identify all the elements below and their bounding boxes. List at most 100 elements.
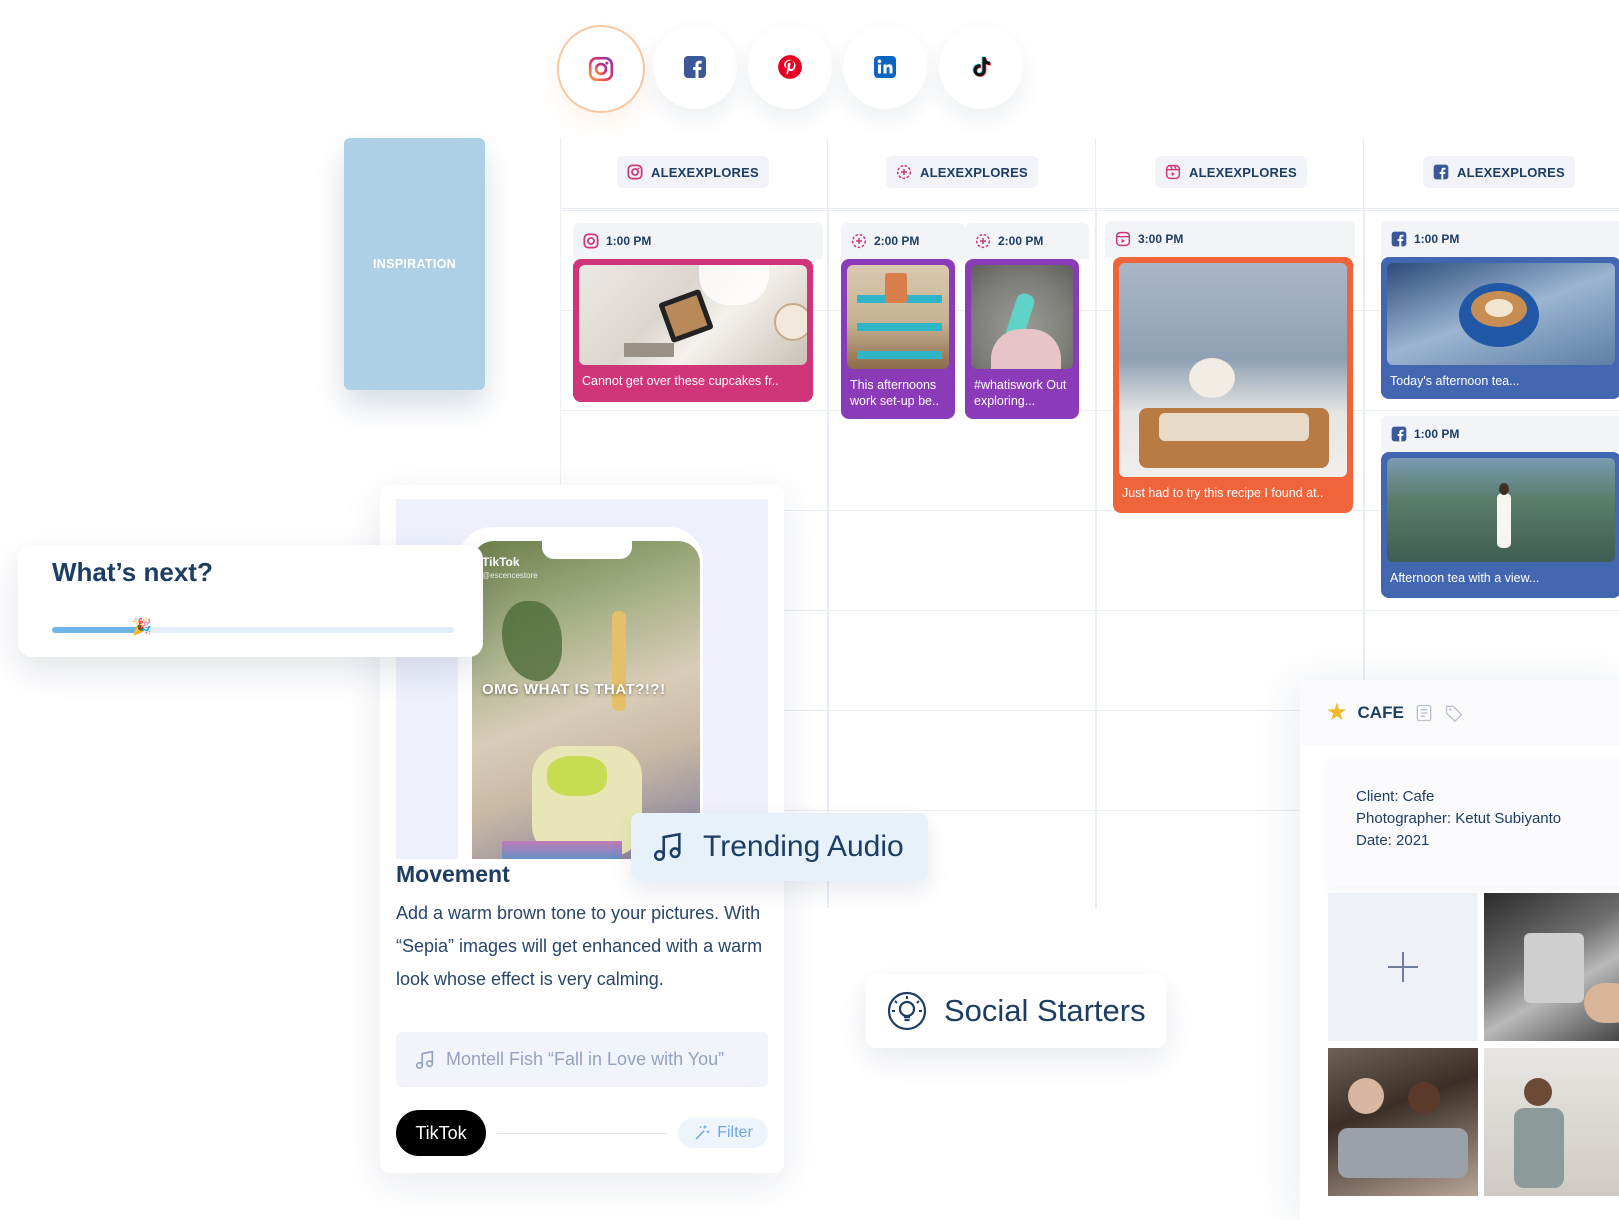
- social-tab-tiktok[interactable]: [939, 25, 1023, 109]
- post-caption: Afternoon tea with a view...: [1390, 571, 1540, 585]
- calendar-column-account[interactable]: ALEXEXPLORES: [1423, 156, 1575, 188]
- post-card[interactable]: Just had to try this recipe I found at..: [1113, 257, 1353, 513]
- pinterest-icon: [778, 55, 802, 79]
- progress-track: [52, 627, 454, 633]
- whats-next-card[interactable]: What’s next? 🎉: [18, 545, 483, 657]
- date-text: Date: 2021: [1356, 832, 1430, 849]
- platform-badge-tiktok[interactable]: TikTok: [396, 1110, 486, 1156]
- card-title: Movement: [396, 861, 510, 887]
- post-image: [1387, 263, 1615, 365]
- plus-icon: [1388, 952, 1418, 982]
- photographer-text: Photographer: Ketut Subiyanto: [1356, 810, 1562, 827]
- post-time-label: 2:00 PM: [998, 234, 1044, 248]
- post-image: [579, 265, 807, 365]
- reels-icon: [1115, 231, 1131, 247]
- post-image: [971, 265, 1073, 369]
- post-caption: This afternoons work set-up be..: [850, 378, 939, 408]
- post-time: 1:00 PM: [1381, 221, 1619, 257]
- magic-wand-icon: [695, 1125, 710, 1140]
- party-popper-icon: 🎉: [132, 619, 152, 636]
- post-image: [847, 265, 949, 369]
- post-time-label: 1:00 PM: [606, 234, 652, 248]
- post-card[interactable]: Afternoon tea with a view...: [1381, 452, 1619, 598]
- reels-icon: [1165, 164, 1181, 180]
- tag-icon[interactable]: [1444, 703, 1464, 723]
- audio-track-name: Montell Fish “Fall in Love with You”: [446, 1049, 725, 1069]
- post-time: 1:00 PM: [573, 223, 823, 259]
- post-card[interactable]: Cannot get over these cupcakes fr..: [573, 259, 813, 402]
- post-card[interactable]: #whatiswork Out exploring...: [965, 259, 1079, 419]
- tiktok-icon: [972, 56, 991, 77]
- post-time: 3:00 PM: [1105, 221, 1355, 257]
- audio-track[interactable]: Montell Fish “Fall in Love with You”: [396, 1032, 768, 1087]
- post-caption: #whatiswork Out exploring...: [974, 378, 1067, 408]
- post-time-label: 1:00 PM: [1414, 427, 1460, 441]
- post-time: 2:00 PM: [841, 223, 965, 259]
- filter-button[interactable]: Filter: [678, 1118, 768, 1148]
- post-time: 2:00 PM: [965, 223, 1089, 259]
- facebook-icon: [1391, 426, 1407, 442]
- media-thumbnail[interactable]: [1484, 1048, 1619, 1196]
- post-time: 1:00 PM: [1381, 416, 1619, 452]
- story-icon: [975, 233, 991, 249]
- story-icon: [851, 233, 867, 249]
- account-name: ALEXEXPLORES: [1457, 164, 1565, 180]
- post-caption: Just had to try this recipe I found at..: [1122, 486, 1324, 500]
- trending-audio-badge[interactable]: Trending Audio: [631, 813, 928, 881]
- whats-next-title: What’s next?: [52, 557, 213, 587]
- notes-icon[interactable]: [1414, 703, 1434, 723]
- tiktok-video[interactable]: TikTok @escencestore OMG WHAT IS THAT?!?…: [472, 541, 700, 859]
- post-caption: Today's afternoon tea...: [1390, 374, 1520, 388]
- calendar-column-account[interactable]: ALEXEXPLORES: [617, 156, 769, 188]
- folder-title: CAFE: [1357, 702, 1404, 722]
- tiktok-handle: @escencestore: [482, 571, 538, 580]
- media-library-panel: ★ CAFE Client: Cafe Photographer: Ketut …: [1300, 680, 1619, 1220]
- post-image: [1387, 458, 1615, 562]
- account-name: ALEXEXPLORES: [1189, 164, 1297, 180]
- phone-mockup: TikTok @escencestore OMG WHAT IS THAT?!?…: [458, 527, 703, 859]
- social-tab-pinterest[interactable]: [748, 25, 832, 109]
- social-tab-linkedin[interactable]: [843, 25, 927, 109]
- calendar-column-account[interactable]: ALEXEXPLORES: [886, 156, 1038, 188]
- add-media-button[interactable]: [1328, 893, 1478, 1041]
- instagram-icon: [588, 56, 614, 82]
- star-icon[interactable]: ★: [1326, 698, 1348, 727]
- post-card[interactable]: Today's afternoon tea...: [1381, 257, 1619, 399]
- client-text: Client: Cafe: [1356, 788, 1435, 805]
- social-tab-instagram[interactable]: [557, 25, 645, 113]
- post-time-label: 1:00 PM: [1414, 232, 1460, 246]
- progress-fill: [52, 627, 140, 633]
- folder-details: Client: Cafe Photographer: Ketut Subiyan…: [1328, 758, 1619, 886]
- divider: [497, 1133, 667, 1134]
- facebook-icon: [1391, 231, 1407, 247]
- post-time-label: 2:00 PM: [874, 234, 920, 248]
- account-name: ALEXEXPLORES: [920, 164, 1028, 180]
- post-card[interactable]: This afternoons work set-up be..: [841, 259, 955, 419]
- linkedin-icon: [874, 56, 896, 78]
- card-description: Add a warm brown tone to your pictures. …: [396, 903, 763, 989]
- inspiration-label: INSPIRATION: [373, 257, 456, 271]
- post-caption: Cannot get over these cupcakes fr..: [582, 374, 779, 388]
- facebook-icon: [684, 56, 706, 78]
- music-note-icon: [653, 832, 681, 862]
- social-starters-badge[interactable]: Social Starters: [866, 974, 1166, 1048]
- facebook-icon: [1433, 164, 1449, 180]
- instagram-icon: [583, 233, 599, 249]
- social-tab-facebook[interactable]: [653, 25, 737, 109]
- media-thumbnail[interactable]: [1484, 893, 1619, 1041]
- music-note-icon: [415, 1050, 434, 1069]
- post-time-label: 3:00 PM: [1138, 232, 1184, 246]
- video-overlay-text: OMG WHAT IS THAT?!?!: [482, 681, 666, 698]
- post-image: [1119, 263, 1347, 477]
- folder-header: ★ CAFE: [1300, 680, 1619, 745]
- inspiration-card[interactable]: INSPIRATION: [344, 138, 485, 390]
- lightbulb-icon: [887, 991, 927, 1031]
- trending-audio-label: Trending Audio: [703, 830, 904, 863]
- tiktok-watermark: TikTok: [482, 555, 520, 569]
- media-thumbnail[interactable]: [1328, 1048, 1478, 1196]
- social-starters-label: Social Starters: [944, 993, 1146, 1028]
- instagram-icon: [627, 164, 643, 180]
- account-name: ALEXEXPLORES: [651, 164, 759, 180]
- story-icon: [896, 164, 912, 180]
- calendar-column-account[interactable]: ALEXEXPLORES: [1155, 156, 1307, 188]
